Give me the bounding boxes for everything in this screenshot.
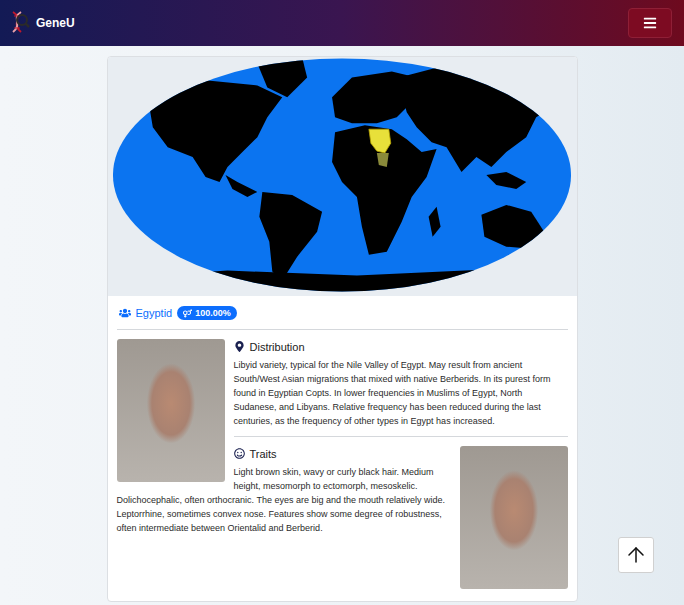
brand-name[interactable]: GeneU [36,16,75,30]
divider [234,436,568,437]
type-card: Egyptid100.00%DistributionLibyid variety… [107,56,578,602]
venus-mars-icon [183,309,192,318]
map-area [108,57,577,296]
section-heading: Distribution [234,339,568,354]
smile-icon [234,448,245,459]
section-heading: Traits [234,446,454,461]
hamburger-icon [643,16,657,30]
divider [117,329,568,330]
page: GeneUEgyptid100.00%DistributionLibyid va… [0,0,684,605]
arrow-up-icon [624,543,648,567]
title-row: Egyptid 100.00% [117,305,568,321]
egypt-highlight [368,129,390,153]
dna-logo-icon [8,10,30,36]
card-body: Egyptid100.00%DistributionLibyid variety… [108,296,577,601]
back-to-top-button[interactable] [618,537,654,573]
percentage-badge: 100.00% [177,306,237,320]
menu-button[interactable] [628,8,672,38]
type-name: Egyptid [136,307,173,319]
navbar: GeneU [0,0,684,46]
portrait-photo [117,339,225,482]
map-pin-icon [234,341,245,352]
portrait-photo [460,446,568,589]
people-icon [119,307,131,319]
brand[interactable]: GeneU [8,10,75,36]
world-map [108,57,577,296]
